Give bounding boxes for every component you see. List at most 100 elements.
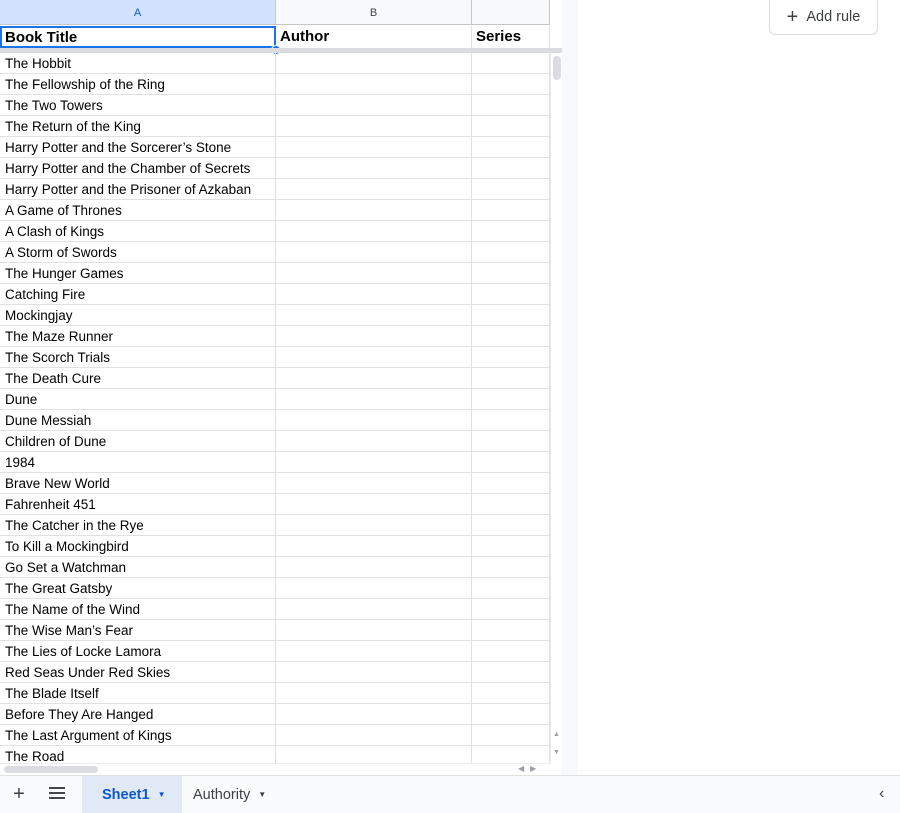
cell-author[interactable] [276,494,472,514]
cell-series[interactable] [472,473,550,493]
cell-series[interactable] [472,95,550,115]
cell-series[interactable] [472,620,550,640]
cell-book-title[interactable]: Brave New World [0,473,276,493]
cell-series[interactable] [472,347,550,367]
cell-series[interactable] [472,452,550,472]
cell-author[interactable] [276,473,472,493]
cell-author[interactable] [276,179,472,199]
cell-author[interactable] [276,410,472,430]
column-header-c[interactable] [472,0,550,25]
horizontal-scroll-thumb[interactable] [4,766,98,773]
cell-author[interactable] [276,284,472,304]
cell-book-title[interactable]: The Hobbit [0,53,276,73]
cell-author[interactable] [276,599,472,619]
cell-author[interactable] [276,641,472,661]
cell-author[interactable] [276,683,472,703]
caret-down-icon[interactable]: ▼ [258,790,266,799]
cell-book-title[interactable]: A Storm of Swords [0,242,276,262]
cell-series[interactable] [472,242,550,262]
cell-series[interactable] [472,116,550,136]
cell-author[interactable] [276,53,472,73]
cell-series[interactable] [472,662,550,682]
cell-series[interactable] [472,137,550,157]
caret-down-icon[interactable]: ▼ [158,790,166,799]
add-sheet-plus-icon[interactable]: + [9,782,29,806]
cell-book-title[interactable]: The Catcher in the Rye [0,515,276,535]
cell-series[interactable] [472,74,550,94]
cell-author[interactable] [276,431,472,451]
add-rule-button[interactable]: + Add rule [769,0,878,35]
cell-series[interactable] [472,704,550,724]
cell-author[interactable] [276,221,472,241]
cell-series[interactable] [472,494,550,514]
cell-series[interactable] [472,305,550,325]
sheet-tab-authority[interactable]: Authority ▼ [182,776,292,813]
horizontal-scrollbar[interactable]: ◀▶ [0,763,550,775]
cell-series[interactable] [472,515,550,535]
cell-series[interactable] [472,284,550,304]
cell-series[interactable] [472,158,550,178]
cell-author[interactable] [276,536,472,556]
cell-series[interactable] [472,431,550,451]
cell-author[interactable] [276,242,472,262]
cell-book-title[interactable]: The Lies of Locke Lamora [0,641,276,661]
cell-book-title[interactable]: Dune [0,389,276,409]
cell-author[interactable] [276,95,472,115]
cell-series[interactable] [472,557,550,577]
cell-author[interactable] [276,326,472,346]
cell-author[interactable] [276,704,472,724]
cell-series[interactable] [472,641,550,661]
cell-book-title[interactable]: The Maze Runner [0,326,276,346]
cell-book-title[interactable]: The Last Argument of Kings [0,725,276,745]
cell-author[interactable] [276,557,472,577]
cell-author[interactable] [276,662,472,682]
cell-series[interactable] [472,683,550,703]
cell-book-title[interactable]: Go Set a Watchman [0,557,276,577]
cell-series[interactable] [472,389,550,409]
horizontal-scroll-arrows-icon[interactable]: ◀▶ [518,764,542,773]
cell-author[interactable] [276,305,472,325]
cell-book-title[interactable]: The Hunger Games [0,263,276,283]
cell-series[interactable] [472,599,550,619]
cell-author[interactable] [276,200,472,220]
cell-book-title[interactable]: Children of Dune [0,431,276,451]
cell-c1-series[interactable]: Series [472,26,550,48]
cell-series[interactable] [472,179,550,199]
cell-book-title[interactable]: Mockingjay [0,305,276,325]
cell-author[interactable] [276,515,472,535]
cell-author[interactable] [276,725,472,745]
column-header-b[interactable]: B [276,0,472,25]
cell-book-title[interactable]: The Name of the Wind [0,599,276,619]
cell-author[interactable] [276,158,472,178]
cell-book-title[interactable]: The Two Towers [0,95,276,115]
cell-book-title[interactable]: Catching Fire [0,284,276,304]
cell-book-title[interactable]: Harry Potter and the Sorcerer’s Stone [0,137,276,157]
cell-author[interactable] [276,389,472,409]
cell-book-title[interactable]: Fahrenheit 451 [0,494,276,514]
cell-author[interactable] [276,368,472,388]
vertical-scroll-thumb[interactable] [553,56,561,80]
collapse-chevron-left-icon[interactable]: ‹ [879,785,884,803]
all-sheets-menu-icon[interactable] [49,787,65,801]
cell-b1-author[interactable]: Author [276,26,472,48]
column-header-a[interactable]: A [0,0,276,25]
cell-book-title[interactable]: The Return of the King [0,116,276,136]
cell-a1-book-title[interactable]: Book Title [0,26,276,48]
cell-series[interactable] [472,263,550,283]
scroll-down-arrow-icon[interactable]: ▼ [553,749,560,756]
cell-book-title[interactable]: Dune Messiah [0,410,276,430]
cell-series[interactable] [472,410,550,430]
vertical-scrollbar[interactable]: ▲ ▼ [550,53,562,763]
cell-book-title[interactable]: The Fellowship of the Ring [0,74,276,94]
cell-book-title[interactable]: Harry Potter and the Chamber of Secrets [0,158,276,178]
cell-author[interactable] [276,263,472,283]
cell-author[interactable] [276,452,472,472]
cell-book-title[interactable]: The Scorch Trials [0,347,276,367]
cell-series[interactable] [472,536,550,556]
cell-book-title[interactable]: A Clash of Kings [0,221,276,241]
cell-book-title[interactable]: A Game of Thrones [0,200,276,220]
cell-series[interactable] [472,326,550,346]
cell-book-title[interactable]: The Blade Itself [0,683,276,703]
cell-author[interactable] [276,347,472,367]
cell-series[interactable] [472,200,550,220]
